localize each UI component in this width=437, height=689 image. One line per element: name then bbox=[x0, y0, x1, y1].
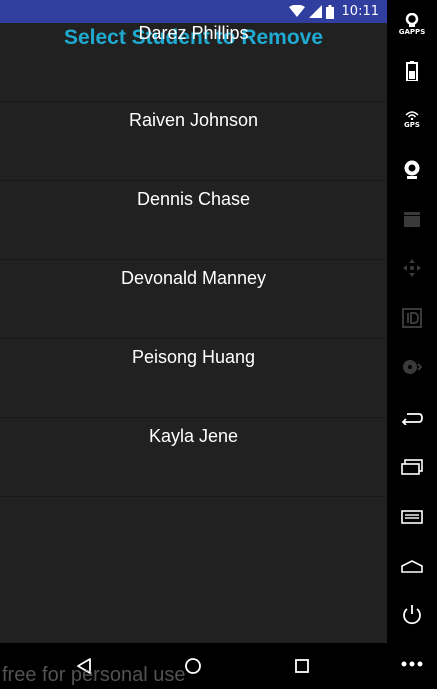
student-name: Dennis Chase bbox=[136, 189, 251, 209]
emulator-window: 10:11 Select Student to Remove Darez Phi… bbox=[0, 0, 437, 689]
id-icon bbox=[402, 308, 422, 328]
list-item[interactable]: Dennis Chase bbox=[0, 181, 387, 260]
signal-icon bbox=[308, 5, 322, 18]
dpad-icon bbox=[403, 259, 421, 277]
list-item[interactable]: Peisong Huang bbox=[0, 339, 387, 418]
gps-button[interactable]: GPS bbox=[387, 99, 437, 139]
webcam-button[interactable] bbox=[387, 150, 437, 190]
status-icons: 10:11 bbox=[288, 3, 379, 20]
clapper-icon bbox=[404, 212, 420, 227]
recents-button[interactable] bbox=[291, 655, 313, 677]
emu-menu-button[interactable] bbox=[387, 497, 437, 537]
battery-icon bbox=[406, 61, 418, 81]
power-button[interactable] bbox=[387, 595, 437, 635]
identifier-button[interactable] bbox=[387, 298, 437, 338]
student-name: Kayla Jene bbox=[148, 426, 239, 446]
home-icon bbox=[401, 560, 423, 573]
back-button[interactable] bbox=[73, 655, 95, 677]
disk-icon bbox=[403, 360, 422, 374]
recents-icon bbox=[295, 659, 309, 673]
emu-back-button[interactable] bbox=[387, 398, 437, 438]
gapps-button[interactable]: GAPPS bbox=[387, 4, 437, 44]
clock: 10:11 bbox=[341, 4, 379, 19]
home-button[interactable] bbox=[182, 655, 204, 677]
student-name: Darez Phillips bbox=[138, 23, 249, 43]
more-icon bbox=[401, 661, 423, 667]
recents-icon bbox=[401, 459, 423, 475]
back-icon bbox=[401, 413, 423, 425]
student-list: Darez Phillips Raiven Johnson Dennis Cha… bbox=[0, 23, 387, 497]
wifi-icon bbox=[288, 5, 305, 17]
emu-home-button[interactable] bbox=[387, 546, 437, 586]
gps-label: GPS bbox=[404, 120, 420, 129]
list-item[interactable]: Darez Phillips bbox=[0, 23, 387, 102]
emu-recents-button[interactable] bbox=[387, 447, 437, 487]
gps-icon bbox=[405, 110, 419, 120]
back-icon bbox=[77, 658, 91, 674]
disk-button[interactable] bbox=[387, 347, 437, 387]
phone-screen: 10:11 Select Student to Remove Darez Phi… bbox=[0, 0, 387, 689]
battery-icon bbox=[325, 4, 334, 19]
app-content: Select Student to Remove Darez Phillips … bbox=[0, 23, 387, 643]
gapps-icon bbox=[405, 12, 419, 27]
menu-icon bbox=[401, 510, 423, 524]
power-icon bbox=[403, 605, 421, 625]
home-icon bbox=[185, 658, 201, 674]
more-button[interactable] bbox=[387, 644, 437, 684]
status-bar: 10:11 bbox=[0, 0, 387, 23]
battery-button[interactable] bbox=[387, 51, 437, 91]
student-name: Peisong Huang bbox=[131, 347, 256, 367]
list-item[interactable]: Raiven Johnson bbox=[0, 102, 387, 181]
list-item[interactable]: Kayla Jene bbox=[0, 418, 387, 497]
webcam-icon bbox=[404, 160, 420, 179]
screencast-button[interactable] bbox=[387, 199, 437, 239]
navigation-bar bbox=[0, 643, 387, 689]
student-name: Raiven Johnson bbox=[128, 110, 259, 130]
emulator-toolbar: GAPPS GPS bbox=[387, 0, 437, 689]
dpad-button[interactable] bbox=[387, 248, 437, 288]
student-name: Devonald Manney bbox=[120, 268, 267, 288]
gapps-label: GAPPS bbox=[398, 27, 426, 36]
list-item[interactable]: Devonald Manney bbox=[0, 260, 387, 339]
